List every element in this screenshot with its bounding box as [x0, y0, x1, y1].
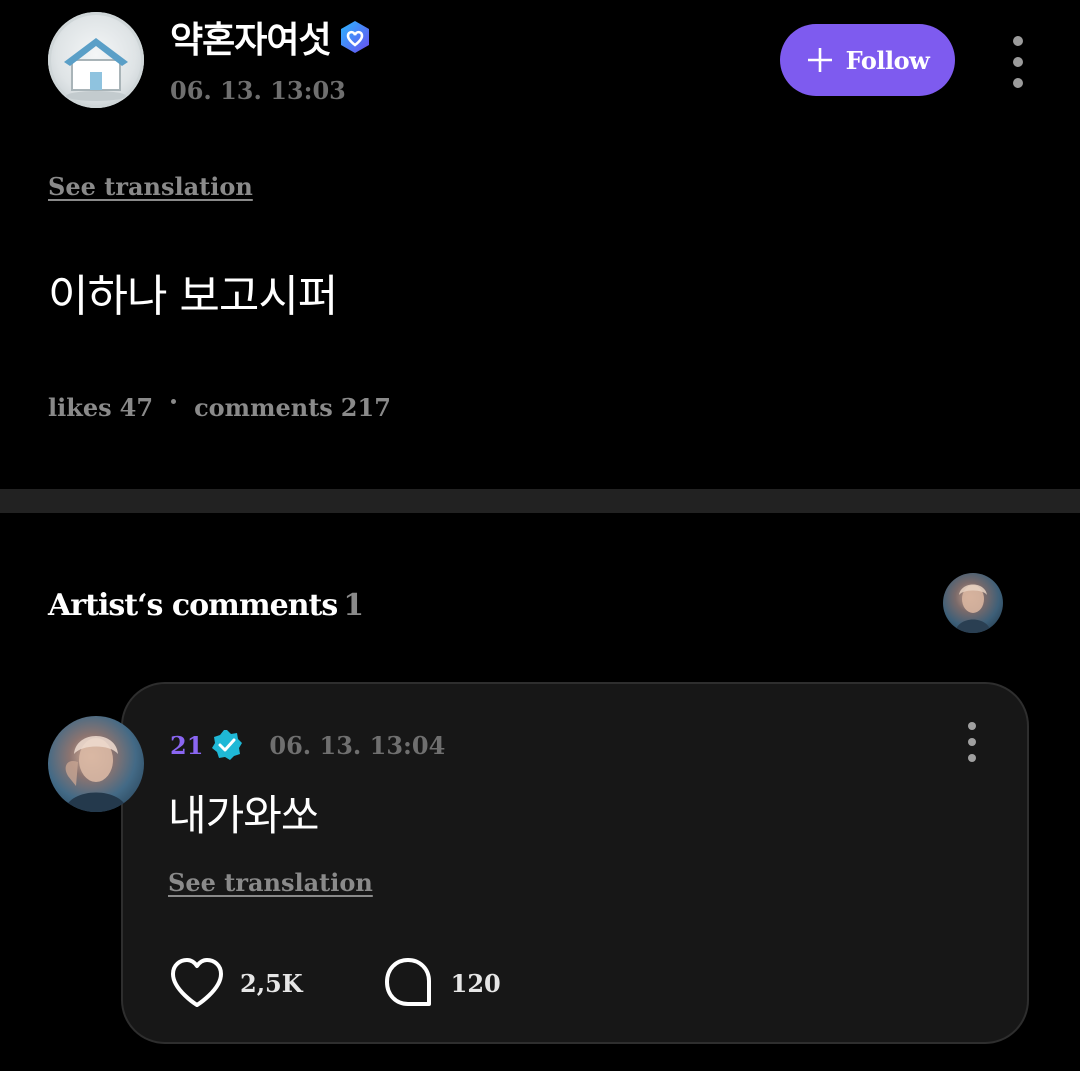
- follow-button-label: Follow: [845, 45, 930, 75]
- comment-author-name[interactable]: 21: [170, 731, 203, 760]
- heart-icon: [171, 958, 223, 1007]
- artist-photo-icon: [955, 584, 991, 633]
- post-more-options-icon[interactable]: [1000, 36, 1036, 88]
- post-body-text: 이하나 보고시퍼: [48, 271, 338, 322]
- plus-icon: [807, 48, 832, 72]
- dot: [968, 722, 976, 730]
- artist-comments-title: Artist‘s comments: [48, 588, 338, 623]
- comment-like-button[interactable]: 2,5K: [168, 956, 303, 1010]
- speech-bubble-icon: [384, 958, 431, 1006]
- follow-button[interactable]: Follow: [780, 24, 955, 96]
- dot: [968, 738, 976, 746]
- artist-verified-badge-icon: [212, 730, 243, 760]
- comment-reply-button[interactable]: 120: [379, 956, 501, 1010]
- comments-label[interactable]: comments: [194, 393, 333, 422]
- comment-reply-count: 120: [450, 968, 501, 998]
- comments-count: 217: [340, 393, 391, 422]
- comment-timestamp: 06. 13. 13:04: [269, 730, 446, 760]
- likes-label[interactable]: likes: [48, 393, 112, 422]
- post-see-translation-link[interactable]: See translation: [48, 172, 253, 201]
- artist-photo-icon: [64, 736, 128, 812]
- dot: [968, 754, 976, 762]
- section-divider: [0, 489, 1080, 513]
- post-stats: likes 47 comments 217: [48, 393, 391, 422]
- artist-comments-count: 1: [343, 588, 364, 623]
- verified-badge-icon: [340, 21, 369, 53]
- comment-more-options-icon[interactable]: [960, 722, 984, 762]
- dot: [1013, 57, 1023, 67]
- likes-count: 47: [119, 393, 154, 422]
- artist-avatar-small[interactable]: [943, 573, 1003, 633]
- comment-like-count: 2,5K: [240, 968, 303, 998]
- dot: [1013, 78, 1023, 88]
- post-author: 약혼자여섯: [170, 12, 373, 62]
- comment-actions: 2,5K 120: [168, 955, 501, 1011]
- dot: [1013, 36, 1023, 46]
- house-icon: [64, 38, 128, 101]
- artist-comments-heading: Artist‘s comments 1: [48, 588, 364, 623]
- post-author-avatar[interactable]: [48, 12, 144, 108]
- post-timestamp: 06. 13. 13:03: [170, 76, 346, 105]
- comment-author: 21 06. 13. 13:04: [170, 728, 445, 762]
- comment-author-avatar[interactable]: [48, 716, 144, 812]
- stats-separator-dot: [171, 399, 177, 404]
- comment-body-text: 내가와쏘: [168, 791, 320, 840]
- post-author-name[interactable]: 약혼자여섯: [170, 11, 332, 63]
- comment-see-translation-link[interactable]: See translation: [168, 868, 373, 897]
